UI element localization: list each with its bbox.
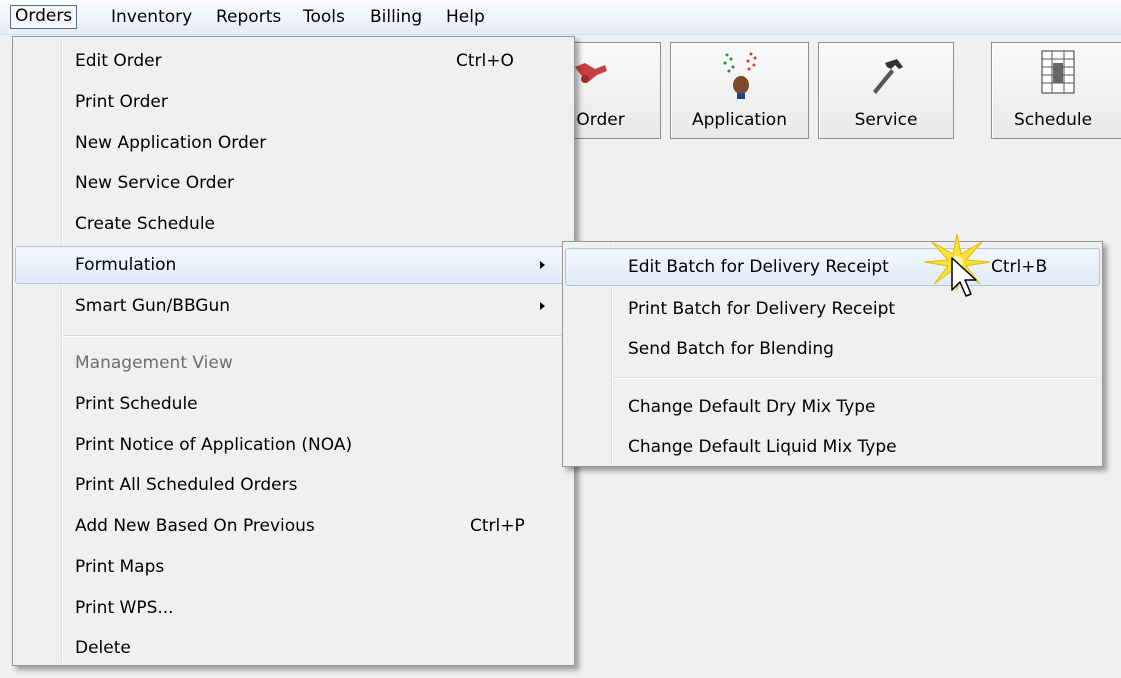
menu-item-label: Delete <box>75 638 131 658</box>
tractor-icon <box>575 63 607 83</box>
menu-item-label: Print Order <box>75 92 168 112</box>
hammer-icon <box>873 59 903 94</box>
menu-item-new-application-order[interactable]: New Application Order <box>15 124 572 162</box>
toolbar-application-label: Application <box>692 110 787 130</box>
menu-item-print-maps[interactable]: Print Maps <box>15 548 572 586</box>
menu-item-label: Print Schedule <box>75 394 198 414</box>
menu-help[interactable]: Help <box>441 6 490 28</box>
menu-item-label: Send Batch for Blending <box>628 339 834 359</box>
menu-item-change-dry-mix[interactable]: Change Default Dry Mix Type <box>565 388 1100 426</box>
menu-item-label: New Service Order <box>75 173 235 193</box>
menu-reports[interactable]: Reports <box>211 6 286 28</box>
menu-item-delete[interactable]: Delete <box>15 629 572 667</box>
menu-billing[interactable]: Billing <box>365 6 427 28</box>
menu-item-print-batch[interactable]: Print Batch for Delivery Receipt <box>565 290 1100 328</box>
menu-item-label: Edit Batch for Delivery Receipt <box>628 257 889 277</box>
menu-item-label: Management View <box>75 353 233 373</box>
menu-item-print-all-scheduled[interactable]: Print All Scheduled Orders <box>15 466 572 504</box>
menu-separator <box>613 377 1098 379</box>
menu-item-shortcut: Ctrl+O <box>456 51 514 71</box>
menu-item-create-schedule[interactable]: Create Schedule <box>15 205 572 243</box>
formulation-submenu: Edit Batch for Delivery Receipt Ctrl+B P… <box>562 241 1103 467</box>
menu-item-label: Create Schedule <box>75 214 216 234</box>
menu-inventory[interactable]: Inventory <box>106 6 197 28</box>
mouse-cursor-icon <box>951 257 977 297</box>
menu-item-label: Change Default Liquid Mix Type <box>628 437 897 457</box>
menu-item-label: Change Default Dry Mix Type <box>628 397 876 417</box>
menu-item-smart-gun[interactable]: Smart Gun/BBGun <box>15 287 572 325</box>
menu-item-change-liquid-mix[interactable]: Change Default Liquid Mix Type <box>565 428 1100 466</box>
submenu-arrow-icon <box>540 261 545 269</box>
menu-item-management-view: Management View <box>15 344 572 382</box>
toolbar-button-application[interactable]: Application <box>670 42 809 139</box>
menu-item-label: Print All Scheduled Orders <box>75 475 298 495</box>
sprayer-icon <box>723 52 757 99</box>
menu-item-edit-order[interactable]: Edit Order Ctrl+O <box>15 42 572 80</box>
toolbar-button-schedule[interactable]: Schedule <box>991 42 1121 139</box>
toolbar-button-service[interactable]: Service <box>818 42 954 139</box>
menu-item-edit-batch[interactable]: Edit Batch for Delivery Receipt Ctrl+B <box>565 248 1100 286</box>
menu-item-label: New Application Order <box>75 133 267 153</box>
menu-item-print-schedule[interactable]: Print Schedule <box>15 385 572 423</box>
menu-item-label: Smart Gun/BBGun <box>75 296 231 316</box>
toolbar-schedule-label: Schedule <box>1014 110 1093 130</box>
menu-item-print-wps[interactable]: Print WPS... <box>15 589 572 627</box>
orders-menu: Edit Order Ctrl+O Print Order New Applic… <box>12 36 575 666</box>
menu-separator <box>63 335 570 337</box>
menu-item-label: Add New Based On Previous <box>75 516 315 536</box>
menu-item-label: Print WPS... <box>75 598 174 618</box>
menu-item-print-order[interactable]: Print Order <box>15 83 572 121</box>
menu-item-label: Print Maps <box>75 557 165 577</box>
menu-item-shortcut: Ctrl+P <box>470 516 525 536</box>
menu-orders[interactable]: Orders <box>10 5 78 29</box>
menu-item-label: Formulation <box>75 255 177 275</box>
menu-item-label: Edit Order <box>75 51 162 71</box>
menu-item-add-new-based-on-previous[interactable]: Add New Based On Previous Ctrl+P <box>15 507 572 545</box>
menu-item-formulation[interactable]: Formulation <box>15 246 572 284</box>
menu-item-send-batch[interactable]: Send Batch for Blending <box>565 330 1100 368</box>
menu-item-label: Print Notice of Application (NOA) <box>75 435 353 455</box>
menu-bar: Orders Inventory Reports Tools Billing H… <box>0 0 1121 35</box>
menu-item-print-noa[interactable]: Print Notice of Application (NOA) <box>15 426 572 464</box>
menu-tools[interactable]: Tools <box>298 6 350 28</box>
menu-item-label: Print Batch for Delivery Receipt <box>628 299 896 319</box>
submenu-arrow-icon <box>540 302 545 310</box>
menu-item-shortcut: Ctrl+B <box>991 257 1048 277</box>
toolbar-service-label: Service <box>854 110 918 130</box>
schedule-icon <box>1041 50 1075 94</box>
menu-item-new-service-order[interactable]: New Service Order <box>15 164 572 202</box>
